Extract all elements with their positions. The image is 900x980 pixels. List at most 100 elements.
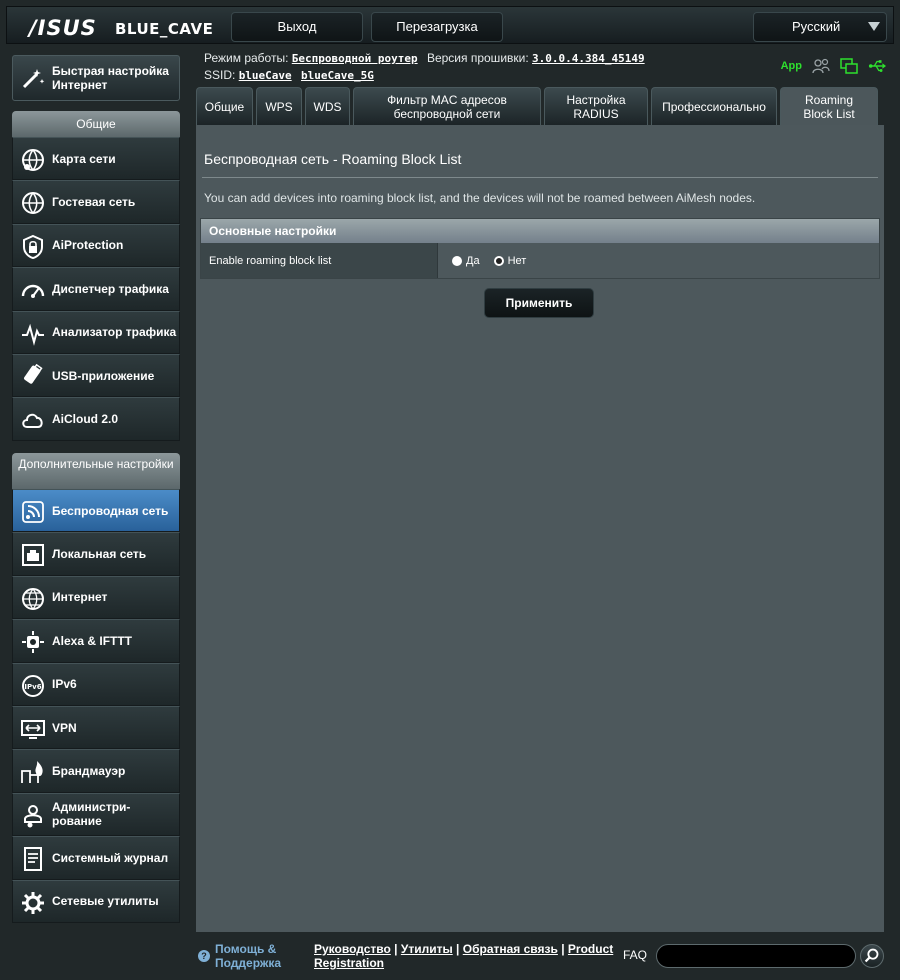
language-select[interactable]: Русский [753, 12, 887, 42]
sidebar-item-network-tools[interactable]: Сетевые утилиты [12, 879, 180, 923]
wan-globe-icon [22, 587, 44, 610]
sidebar-item-wireless[interactable]: Беспроводная сеть [12, 489, 180, 533]
language-value: Русский [792, 19, 841, 34]
main-content: Беспроводная сеть - Roaming Block List Y… [196, 125, 884, 932]
setting-value: Да Нет [438, 243, 536, 278]
firmware-version-link[interactable]: 3.0.0.4.384_45149 [532, 52, 645, 65]
ssid-5g-link[interactable]: blueCave_5G [301, 69, 374, 82]
firmware-label: Версия прошивки: [426, 51, 529, 65]
basic-settings-table: Основные настройки Enable roaming block … [200, 218, 880, 279]
vpn-icon [21, 719, 45, 739]
sidebar-item-traffic-manager[interactable]: Диспетчер трафика [12, 267, 180, 311]
radio-no[interactable] [493, 255, 504, 266]
tab-general[interactable]: Общие [196, 87, 253, 125]
sidebar-item-label: IPv6 [52, 677, 77, 692]
sidebar-item-label: Диспетчер трафика [52, 281, 169, 296]
link-separator: | [561, 942, 565, 956]
sidebar-item-label: Системный журнал [52, 850, 169, 865]
usb-app-icon [24, 363, 43, 384]
radio-yes[interactable] [452, 255, 462, 266]
setting-row-roaming-block: Enable roaming block list Да Нет [201, 243, 879, 278]
model-name: BLUE_CAVE [115, 20, 214, 38]
sidebar-item-usb-application[interactable]: USB-приложение [12, 353, 180, 398]
sidebar-item-label: Гостевая сеть [52, 195, 136, 210]
sidebar-item-label: Alexa & IFTTT [52, 633, 133, 648]
advanced-section-header: Дополнительные настройки [12, 453, 180, 489]
wireless-icon [22, 501, 44, 523]
sidebar-item-label: Администри-рование [52, 800, 131, 829]
operation-mode-link[interactable]: Беспроводной роутер [292, 52, 418, 65]
svg-text:IPv6: IPv6 [24, 683, 41, 691]
network-tools-gear-icon [22, 891, 44, 914]
general-section-header: Общие [12, 111, 180, 137]
page-title: Беспроводная сеть - Roaming Block List [204, 151, 462, 167]
manual-link[interactable]: Руководство [314, 942, 391, 956]
sidebar-item-label: Беспроводная сеть [52, 503, 169, 518]
ssid-24g-link[interactable]: blueCave [239, 69, 292, 82]
sidebar-item-guest-network[interactable]: Гостевая сеть [12, 180, 180, 224]
mode-label: Режим работы: [204, 51, 289, 65]
sidebar-item-network-map[interactable]: Карта сети [12, 137, 180, 181]
utilities-link[interactable]: Утилиты [401, 942, 453, 956]
system-log-icon [24, 847, 42, 872]
app-link[interactable]: App [781, 60, 802, 72]
tab-mac-filter[interactable]: Фильтр MAC адресов беспроводной сети [353, 87, 541, 125]
sidebar-item-label: USB-приложение [52, 368, 155, 383]
firewall-icon [21, 761, 43, 784]
sidebar-item-firewall[interactable]: Брандмауэр [12, 749, 180, 793]
sidebar-item-label: Интернет [52, 590, 108, 605]
sidebar-item-internet[interactable]: Интернет [12, 575, 180, 620]
clients-icon[interactable] [812, 58, 830, 74]
quick-internet-setup-button[interactable]: Быстрая настройка Интернет [12, 55, 180, 101]
lan-icon [22, 544, 44, 567]
advanced-menu: Беспроводная сеть Локальная сеть Интерне… [12, 489, 180, 923]
sidebar-item-system-log[interactable]: Системный журнал [12, 836, 180, 880]
network-map-icon [22, 149, 44, 171]
sidebar-item-administration[interactable]: Администри-рование [12, 792, 180, 837]
apply-button[interactable]: Применить [484, 288, 594, 318]
tab-wps[interactable]: WPS [256, 87, 302, 125]
status-info: Режим работы: Беспроводной роутер Версия… [204, 50, 651, 84]
network-status-icon[interactable] [840, 58, 858, 74]
tab-roaming-block-list[interactable]: Roaming Block List [780, 87, 878, 125]
sidebar-item-aiprotection[interactable]: AiProtection [12, 223, 180, 268]
sidebar-item-label: Сетевые утилиты [52, 894, 159, 909]
traffic-manager-icon [21, 284, 45, 299]
tab-wds[interactable]: WDS [305, 87, 350, 125]
sidebar-item-alexa-ifttt[interactable]: Alexa & IFTTT [12, 619, 180, 663]
faq-search-input[interactable] [656, 944, 856, 968]
sidebar-item-label: Карта сети [52, 151, 116, 166]
asus-logo[interactable]: /ISUS [29, 16, 97, 40]
setting-label: Enable roaming block list [201, 243, 438, 278]
faq-label: FAQ [623, 948, 648, 962]
help-support-link[interactable]: Помощь & Поддержка [215, 942, 295, 970]
search-button[interactable] [860, 944, 884, 968]
chevron-down-icon [868, 22, 880, 31]
quick-setup-label: Быстрая настройка Интернет [52, 64, 169, 92]
logout-button[interactable]: Выход [231, 12, 363, 42]
page-description: You can add devices into roaming block l… [204, 191, 756, 205]
top-bar: /ISUS BLUE_CAVE Выход Перезагрузка Русск… [6, 6, 894, 44]
sidebar-item-aicloud[interactable]: AiCloud 2.0 [12, 397, 180, 441]
reboot-button[interactable]: Перезагрузка [371, 12, 503, 42]
link-separator: | [456, 942, 460, 956]
ssid-label: SSID: [204, 68, 236, 82]
tab-professional[interactable]: Профессионально [651, 87, 777, 125]
sidebar-item-ipv6[interactable]: IPv6 IPv6 [12, 662, 180, 706]
radio-no-label: Нет [507, 254, 527, 267]
quick-setup-wand-icon [22, 69, 45, 89]
sidebar-item-lan[interactable]: Локальная сеть [12, 532, 180, 576]
router-admin-page: /ISUS BLUE_CAVE Выход Перезагрузка Русск… [0, 0, 900, 980]
status-icons: App [781, 58, 886, 74]
tab-radius[interactable]: Настройка RADIUS [544, 87, 648, 125]
feedback-link[interactable]: Обратная связь [463, 942, 558, 956]
sidebar-item-vpn[interactable]: VPN [12, 705, 180, 750]
alexa-icon [22, 631, 44, 654]
sidebar-item-label: Локальная сеть [52, 547, 147, 562]
usb-status-icon[interactable] [868, 58, 886, 74]
search-icon [864, 948, 879, 963]
aiprotection-icon [23, 234, 43, 259]
section-header: Основные настройки [201, 219, 879, 243]
sidebar-item-traffic-analyzer[interactable]: Анализатор трафика [12, 310, 180, 354]
sidebar-item-label: AiCloud 2.0 [52, 412, 119, 427]
